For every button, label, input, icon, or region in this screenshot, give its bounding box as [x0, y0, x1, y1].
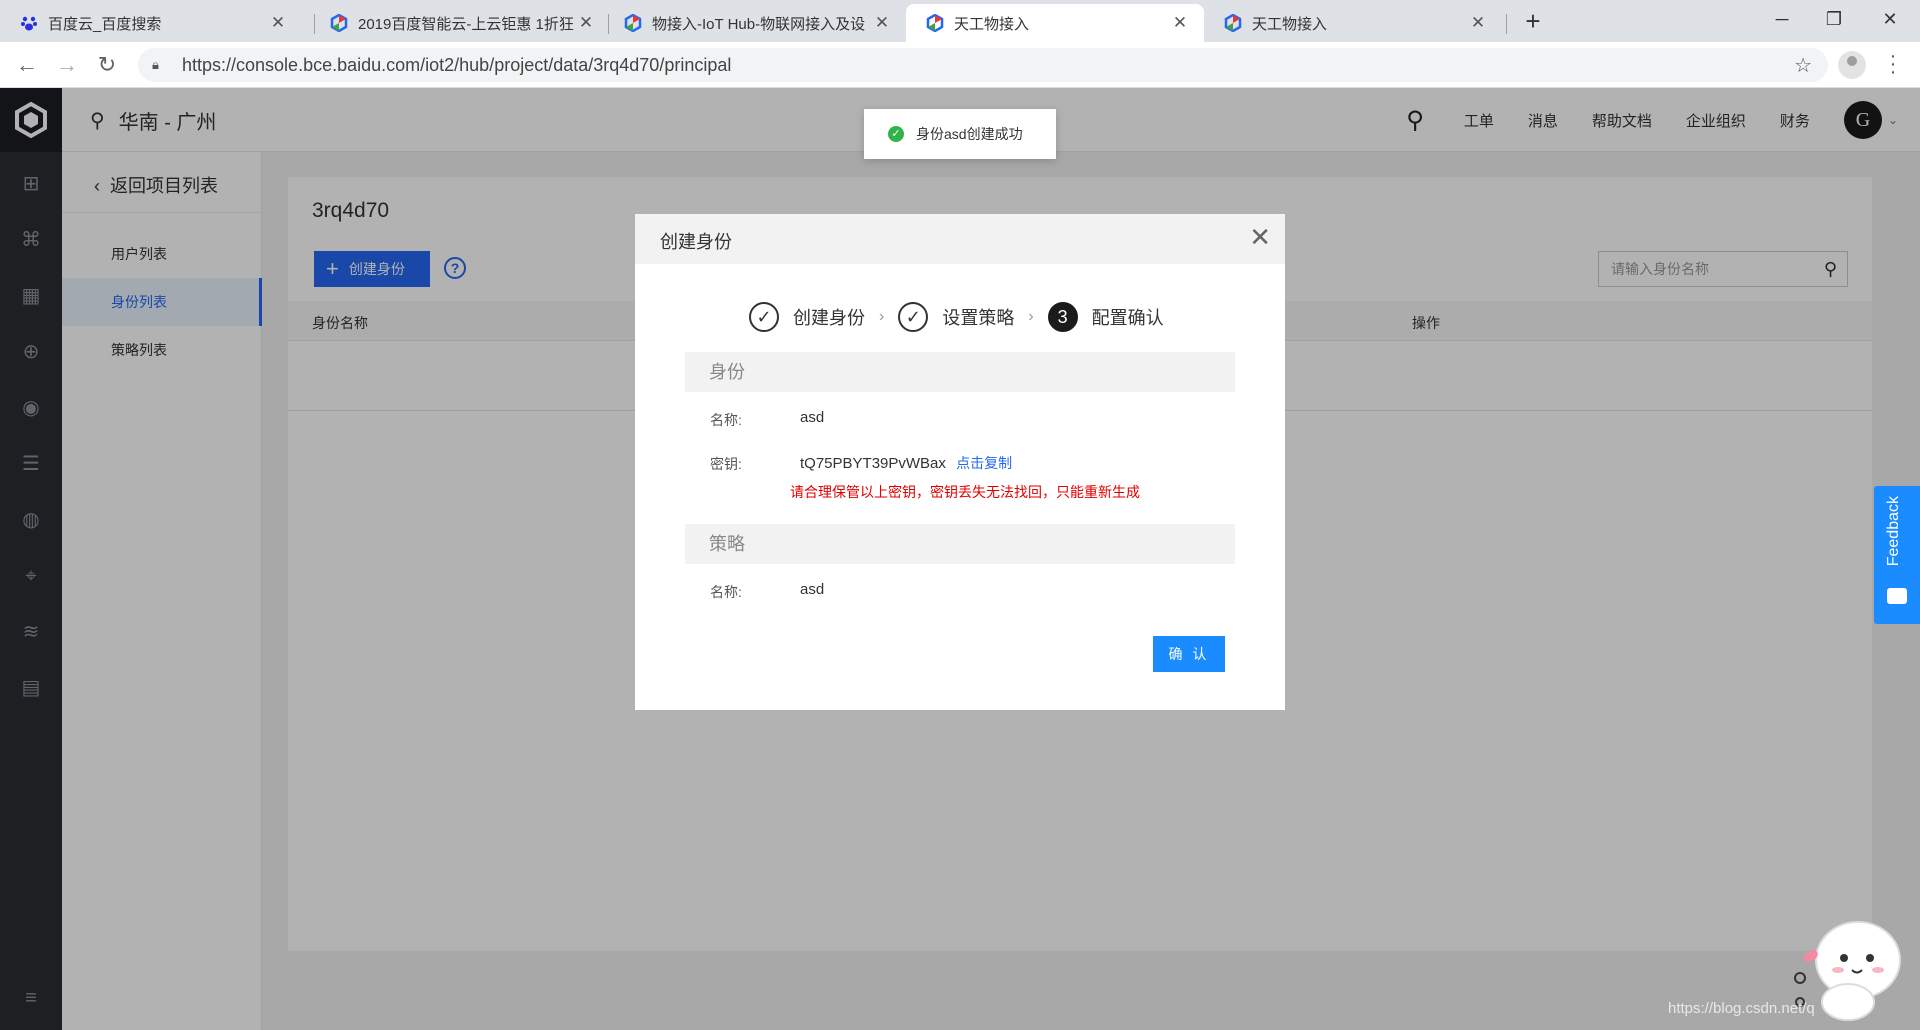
reload-icon[interactable]: ↻ [92, 50, 122, 80]
browser-tab[interactable]: 天工物接入 ✕ [1204, 4, 1502, 42]
dialog-header: 创建身份 ✕ [635, 214, 1285, 264]
chevron-right-icon: › [1028, 308, 1034, 325]
close-tab-icon[interactable]: ✕ [872, 13, 892, 33]
close-tab-icon[interactable]: ✕ [576, 13, 596, 33]
stepper: ✓ 创建身份 › ✓ 设置策略 › 3 配置确认 [749, 302, 1164, 332]
browser-menu-icon[interactable]: · · · [1888, 46, 1898, 82]
identity-section-header: 身份 [685, 352, 1235, 392]
step-done-check-icon: ✓ [898, 302, 929, 332]
forward-icon[interactable]: → [52, 50, 82, 80]
close-icon[interactable]: ✕ [1249, 224, 1271, 250]
tab-title: 天工物接入 [954, 15, 1030, 33]
close-tab-icon[interactable]: ✕ [268, 13, 288, 33]
url-field[interactable]: 🔒︎ https://console.bce.baidu.com/iot2/hu… [138, 48, 1828, 82]
tab-title: 天工物接入 [1252, 15, 1328, 33]
close-tab-icon[interactable]: ✕ [1170, 13, 1190, 33]
policy-section-header: 策略 [685, 524, 1235, 564]
back-icon[interactable]: ← [12, 50, 42, 80]
baidu-paw-icon [21, 16, 37, 31]
policy-name-value: asd [800, 581, 825, 598]
step-label: 配置确认 [1091, 308, 1164, 328]
feedback-tab[interactable]: Feedback [1874, 486, 1920, 624]
identity-name-value: asd [800, 409, 825, 426]
new-tab-icon[interactable]: + [1518, 6, 1548, 37]
check-circle-icon: ✓ [888, 126, 904, 142]
browser-tab[interactable]: 物接入-IoT Hub-物联网接入及设 ✕ [604, 4, 906, 42]
baidu-cloud-icon [926, 14, 944, 32]
step-label: 设置策略 [942, 308, 1015, 328]
chat-bubble-icon [1887, 588, 1907, 604]
step-number: 3 [1047, 302, 1078, 332]
success-toast: ✓ 身份asd创建成功 [864, 109, 1056, 159]
chevron-right-icon: › [879, 308, 885, 325]
dialog-title: 创建身份 [660, 232, 732, 252]
step-done-check-icon: ✓ [749, 302, 779, 332]
baidu-cloud-icon [1224, 14, 1242, 32]
create-identity-dialog: 创建身份 ✕ ✓ 创建身份 › ✓ 设置策略 › 3 配置确认 身份 名称: a… [635, 214, 1285, 710]
address-bar: ← → ↻ 🔒︎ https://console.bce.baidu.com/i… [0, 42, 1920, 88]
browser-tab[interactable]: 2019百度智能云-上云钜惠 1折狂 ✕ [310, 4, 610, 42]
bookmark-star-icon[interactable]: ☆ [1794, 53, 1812, 78]
identity-name-label: 名称: [710, 412, 742, 428]
policy-name-label: 名称: [710, 584, 742, 600]
feedback-label: Feedback [1885, 496, 1902, 567]
secret-value: tQ75PBYT39PvWBax [800, 455, 946, 472]
watermark-text: https://blog.csdn.net/q [1668, 1000, 1815, 1017]
tab-title: 百度云_百度搜索 [48, 15, 162, 33]
lock-icon: 🔒︎ [152, 57, 159, 72]
minimize-icon[interactable]: ─ [1754, 0, 1810, 42]
secret-row: tQ75PBYT39PvWBax 点击复制 [800, 453, 1012, 473]
step-label: 创建身份 [793, 308, 865, 328]
browser-tabbar: 百度云_百度搜索 ✕ 2019百度智能云-上云钜惠 1折狂 ✕ 物接入-IoT … [0, 0, 1920, 42]
restore-icon[interactable]: ❐ [1806, 0, 1862, 42]
secret-warning: 请合理保管以上密钥，密钥丢失无法找回，只能重新生成 [790, 484, 1140, 500]
browser-tab[interactable]: 百度云_百度搜索 ✕ [0, 4, 302, 42]
profile-icon[interactable] [1838, 51, 1866, 79]
baidu-cloud-icon [330, 14, 348, 32]
close-tab-icon[interactable]: ✕ [1468, 13, 1488, 33]
browser-tab-active[interactable]: 天工物接入 ✕ [906, 4, 1204, 42]
confirm-button[interactable]: 确 认 [1153, 636, 1225, 672]
secret-label: 密钥: [710, 456, 742, 472]
toast-text: 身份asd创建成功 [916, 126, 1023, 142]
url-text: https://console.bce.baidu.com/iot2/hub/p… [182, 54, 732, 75]
close-window-icon[interactable]: ✕ [1862, 0, 1918, 42]
tab-title: 物接入-IoT Hub-物联网接入及设 [652, 15, 866, 33]
tab-title: 2019百度智能云-上云钜惠 1折狂 [358, 15, 574, 33]
copy-secret-link[interactable]: 点击复制 [956, 455, 1012, 471]
baidu-cloud-icon [624, 14, 642, 32]
